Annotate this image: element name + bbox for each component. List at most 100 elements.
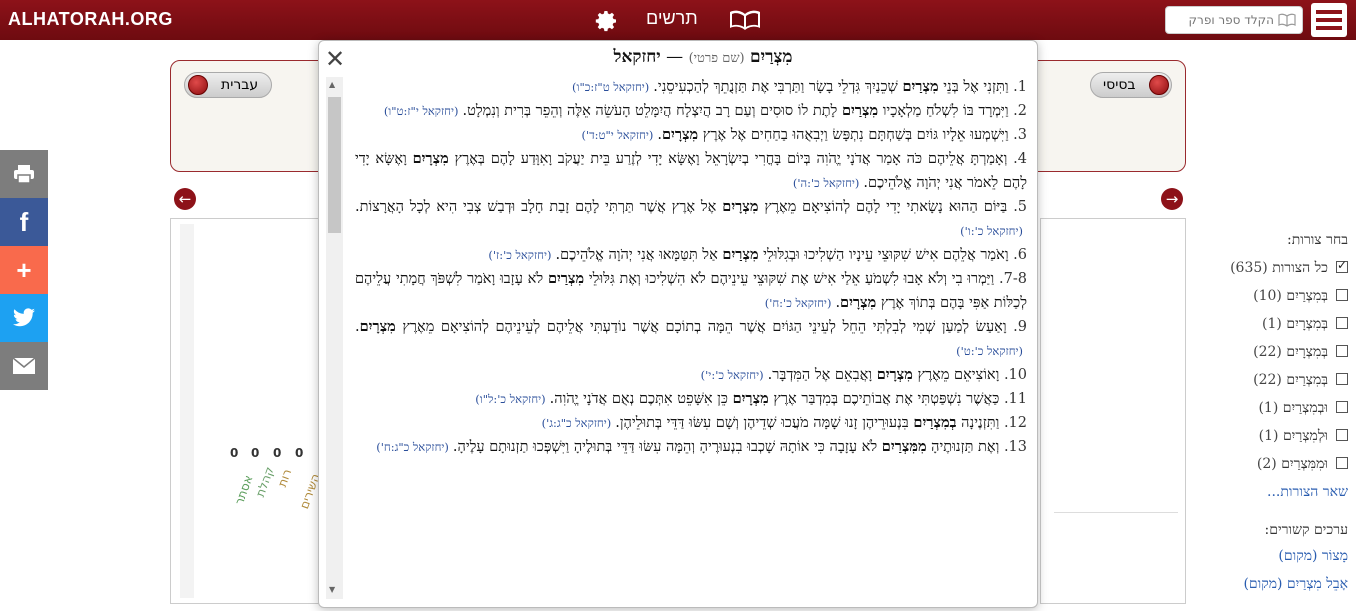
verse-text: לֹא עָזָבָה כִּי אוֹתָהּ שָׁכְבוּ בִנְעו… — [452, 439, 882, 455]
verse-reference-link[interactable]: (יחזקאל כ':ה') — [793, 176, 860, 190]
mode-toggle[interactable]: בסיסי — [1090, 72, 1172, 98]
verse-reference-link[interactable]: (יחזקאל כ':ו') — [960, 224, 1023, 238]
arrow-right-icon: → — [1165, 190, 1179, 208]
form-option[interactable]: וּמִמִּצְרַיִם (2) — [1257, 456, 1348, 473]
close-button[interactable]: ✕ — [325, 45, 345, 73]
next-arrow-button[interactable]: → — [1161, 188, 1183, 210]
count-value: 0 — [251, 446, 260, 460]
site-logo[interactable]: ALHATORAH.ORG — [8, 9, 173, 30]
verse-reference-link[interactable]: (יחזקאל כ':י') — [701, 368, 764, 382]
count-value: 0 — [230, 446, 239, 460]
verse-reference-link[interactable]: (יחזקאל כ':ל"ו) — [475, 392, 545, 406]
form-option[interactable]: בְּמִצְרָיִם (1) — [1262, 316, 1348, 333]
verse-highlight: מִצְרָיִם — [412, 150, 449, 167]
verse-reference-link[interactable]: (יחזקאל ט"ז:כ"ו) — [572, 80, 649, 94]
form-option[interactable]: וּלְמִצְרַיִם (1) — [1259, 428, 1348, 445]
form-option[interactable]: בְּמִצְרָיִם (22) — [1253, 344, 1348, 361]
verse-reference-link[interactable]: (יחזקאל י"ז:ט"ו) — [384, 104, 459, 118]
verse-highlight: בְמִצְרַיִם — [913, 414, 957, 431]
checkbox[interactable] — [1336, 317, 1348, 329]
verse-item[interactable]: 13. וְאֶת תַּזְנוּתֶיהָ מִמִּצְרַיִם לֹא… — [355, 435, 1027, 459]
form-count: (22) — [1253, 372, 1282, 388]
verse-item[interactable]: 7-8. וַיַּמְרוּ בִי וְלֹא אָבוּ לִשְׁמֹע… — [355, 267, 1027, 315]
verse-number: 4. — [1013, 151, 1028, 167]
verse-number: 11. — [1003, 391, 1027, 407]
verse-highlight: מִצְרַיִם — [841, 102, 879, 119]
verse-number: 3. — [1013, 127, 1027, 143]
email-button[interactable] — [0, 342, 48, 390]
checkbox[interactable] — [1336, 429, 1348, 441]
form-option[interactable]: כל הצורות (635) — [1230, 258, 1348, 277]
verse-reference-link[interactable]: (יחזקאל י"ט:ד') — [581, 128, 653, 142]
print-button[interactable] — [0, 150, 48, 198]
more-forms-link[interactable]: שאר הצורות... — [1267, 484, 1348, 501]
verse-item[interactable]: 2. וַיִּמְרָד בּוֹ לִשְׁלֹחַ מַלְאָכָיו … — [355, 99, 1027, 123]
form-count: (10) — [1253, 288, 1282, 304]
verse-item[interactable]: 10. וָאוֹצִיאֵם מֵאֶרֶץ מִצְרָיִם וָאֲבִ… — [355, 363, 1027, 387]
form-count: (1) — [1258, 400, 1279, 416]
title-book: יחזקאל — [613, 47, 661, 67]
scroll-thumb[interactable] — [328, 97, 341, 233]
form-label: וּמִמִּצְרַיִם — [1281, 456, 1328, 472]
scroll-up-icon[interactable]: ▲ — [329, 80, 335, 89]
prev-arrow-button[interactable]: ← — [174, 188, 196, 210]
checkbox[interactable] — [1336, 373, 1348, 385]
verse-reference-link[interactable]: (יחזקאל כ':ט') — [956, 344, 1023, 358]
verse-highlight: מִצְרָיִם — [876, 366, 913, 383]
form-option[interactable]: וּבְמִצְרַיִם (1) — [1258, 400, 1348, 417]
chart-scrollbar[interactable] — [180, 224, 194, 598]
related-link[interactable]: אָבֵל מִצְרַיִם (מקום) — [1243, 576, 1348, 593]
arrow-left-icon: ← — [178, 190, 192, 208]
verse-item[interactable]: 4. וְאָמַרְתָּ אֲלֵיהֶם כֹּה אָמַר אֲדֹנ… — [355, 147, 1027, 195]
checkbox[interactable] — [1336, 289, 1348, 301]
book-icon[interactable] — [728, 8, 762, 32]
form-option[interactable]: בְּמִצְרַיִם (10) — [1253, 288, 1348, 305]
verse-item[interactable]: 11. כַּאֲשֶׁר נִשְׁפַּטְתִּי אֶת אֲבוֹתֵ… — [355, 387, 1027, 411]
share-plus-button[interactable]: + — [0, 246, 48, 294]
checkbox[interactable] — [1336, 345, 1348, 357]
checkbox[interactable] — [1336, 457, 1348, 469]
verse-item[interactable]: 9. וָאַעַשׂ לְמַעַן שְׁמִי לְבִלְתִּי הֵ… — [355, 315, 1027, 363]
form-label: כל הצורות — [1272, 260, 1328, 276]
related-link[interactable]: מָצוֹר (מקום) — [1278, 548, 1348, 565]
form-option[interactable]: בְּמִצְרַיִם (22) — [1253, 372, 1348, 389]
checkbox[interactable] — [1336, 401, 1348, 413]
facebook-button[interactable]: f — [0, 198, 48, 246]
verse-text: כֵּן אִשָּׁפֵט אִתְּכֶם נְאֻם אֲדֹנָי יֱ… — [549, 391, 733, 407]
form-label: בְּמִצְרַיִם — [1286, 288, 1328, 304]
verse-reference-link[interactable]: (יחזקאל כ':ח') — [765, 296, 832, 310]
menu-button[interactable] — [1311, 3, 1347, 37]
verse-number: 6. — [1013, 247, 1027, 263]
verse-highlight: מִצְרָיִם — [840, 294, 877, 311]
count-value: 0 — [295, 446, 304, 460]
chart-nav-link[interactable]: תרשים — [646, 8, 698, 29]
verse-text: בִּנְעוּרֵיהֶן זָנוּ שָׁמָּה מֹעֲכוּ שְׁ… — [615, 415, 914, 431]
scroll-down-icon[interactable]: ▼ — [329, 585, 335, 594]
verse-item[interactable]: 3. וַיִּשְׁמְעוּ אֵלָיו גּוֹיִם בְּשַׁחְ… — [355, 123, 1027, 147]
search-input[interactable] — [1170, 8, 1274, 32]
verse-number: 1. — [1013, 79, 1027, 95]
verse-item[interactable]: 6. וָאֹמַר אֲלֵהֶם אִישׁ שִׁקּוּצֵי עֵינ… — [355, 243, 1027, 267]
verse-highlight: מִצְרָיִם — [732, 390, 769, 407]
checkbox[interactable] — [1336, 258, 1348, 273]
verse-reference-link[interactable]: (יחזקאל כ':ז') — [488, 248, 551, 262]
book-chapter-search[interactable] — [1165, 6, 1303, 34]
verse-item[interactable]: 1. וַתִּזְנִי אֶל בְּנֵי מִצְרַיִם שְׁכֵ… — [355, 75, 1027, 99]
verse-number: 13. — [1003, 439, 1027, 455]
language-toggle[interactable]: עברית — [184, 72, 272, 98]
menu-icon-bar — [1316, 26, 1342, 30]
verse-reference-link[interactable]: (יחזקאל כ"ג:ח') — [376, 440, 449, 454]
form-count: (2) — [1256, 456, 1277, 472]
modal-scrollbar[interactable]: ▲ ▼ — [326, 77, 343, 599]
verse-reference-link[interactable]: (יחזקאל כ"ג:ג') — [542, 416, 612, 430]
verse-item[interactable]: 12. וַתִּזְנֶינָה בְמִצְרַיִם בִּנְעוּרֵ… — [355, 411, 1027, 435]
related-title: ערכים קשורים: — [1264, 522, 1349, 538]
verse-item[interactable]: 5. בַּיּוֹם הַהוּא נָשָׂאתִי יָדִי לָהֶם… — [355, 195, 1027, 243]
verse-text: בַּיּוֹם הַהוּא נָשָׂאתִי יָדִי לָהֶם לְ… — [758, 199, 1008, 215]
verse-text: וַיִּמְרָד בּוֹ לִשְׁלֹחַ מַלְאָכָיו — [878, 103, 1009, 119]
print-icon — [14, 165, 34, 184]
title-dash: — — [666, 47, 684, 67]
verse-text: לָתֶת לוֹ סוּסִים וְעַם רָב הֲיִצְלָח הֲ… — [462, 103, 842, 119]
gear-icon[interactable] — [595, 9, 619, 33]
twitter-button[interactable] — [0, 294, 48, 342]
